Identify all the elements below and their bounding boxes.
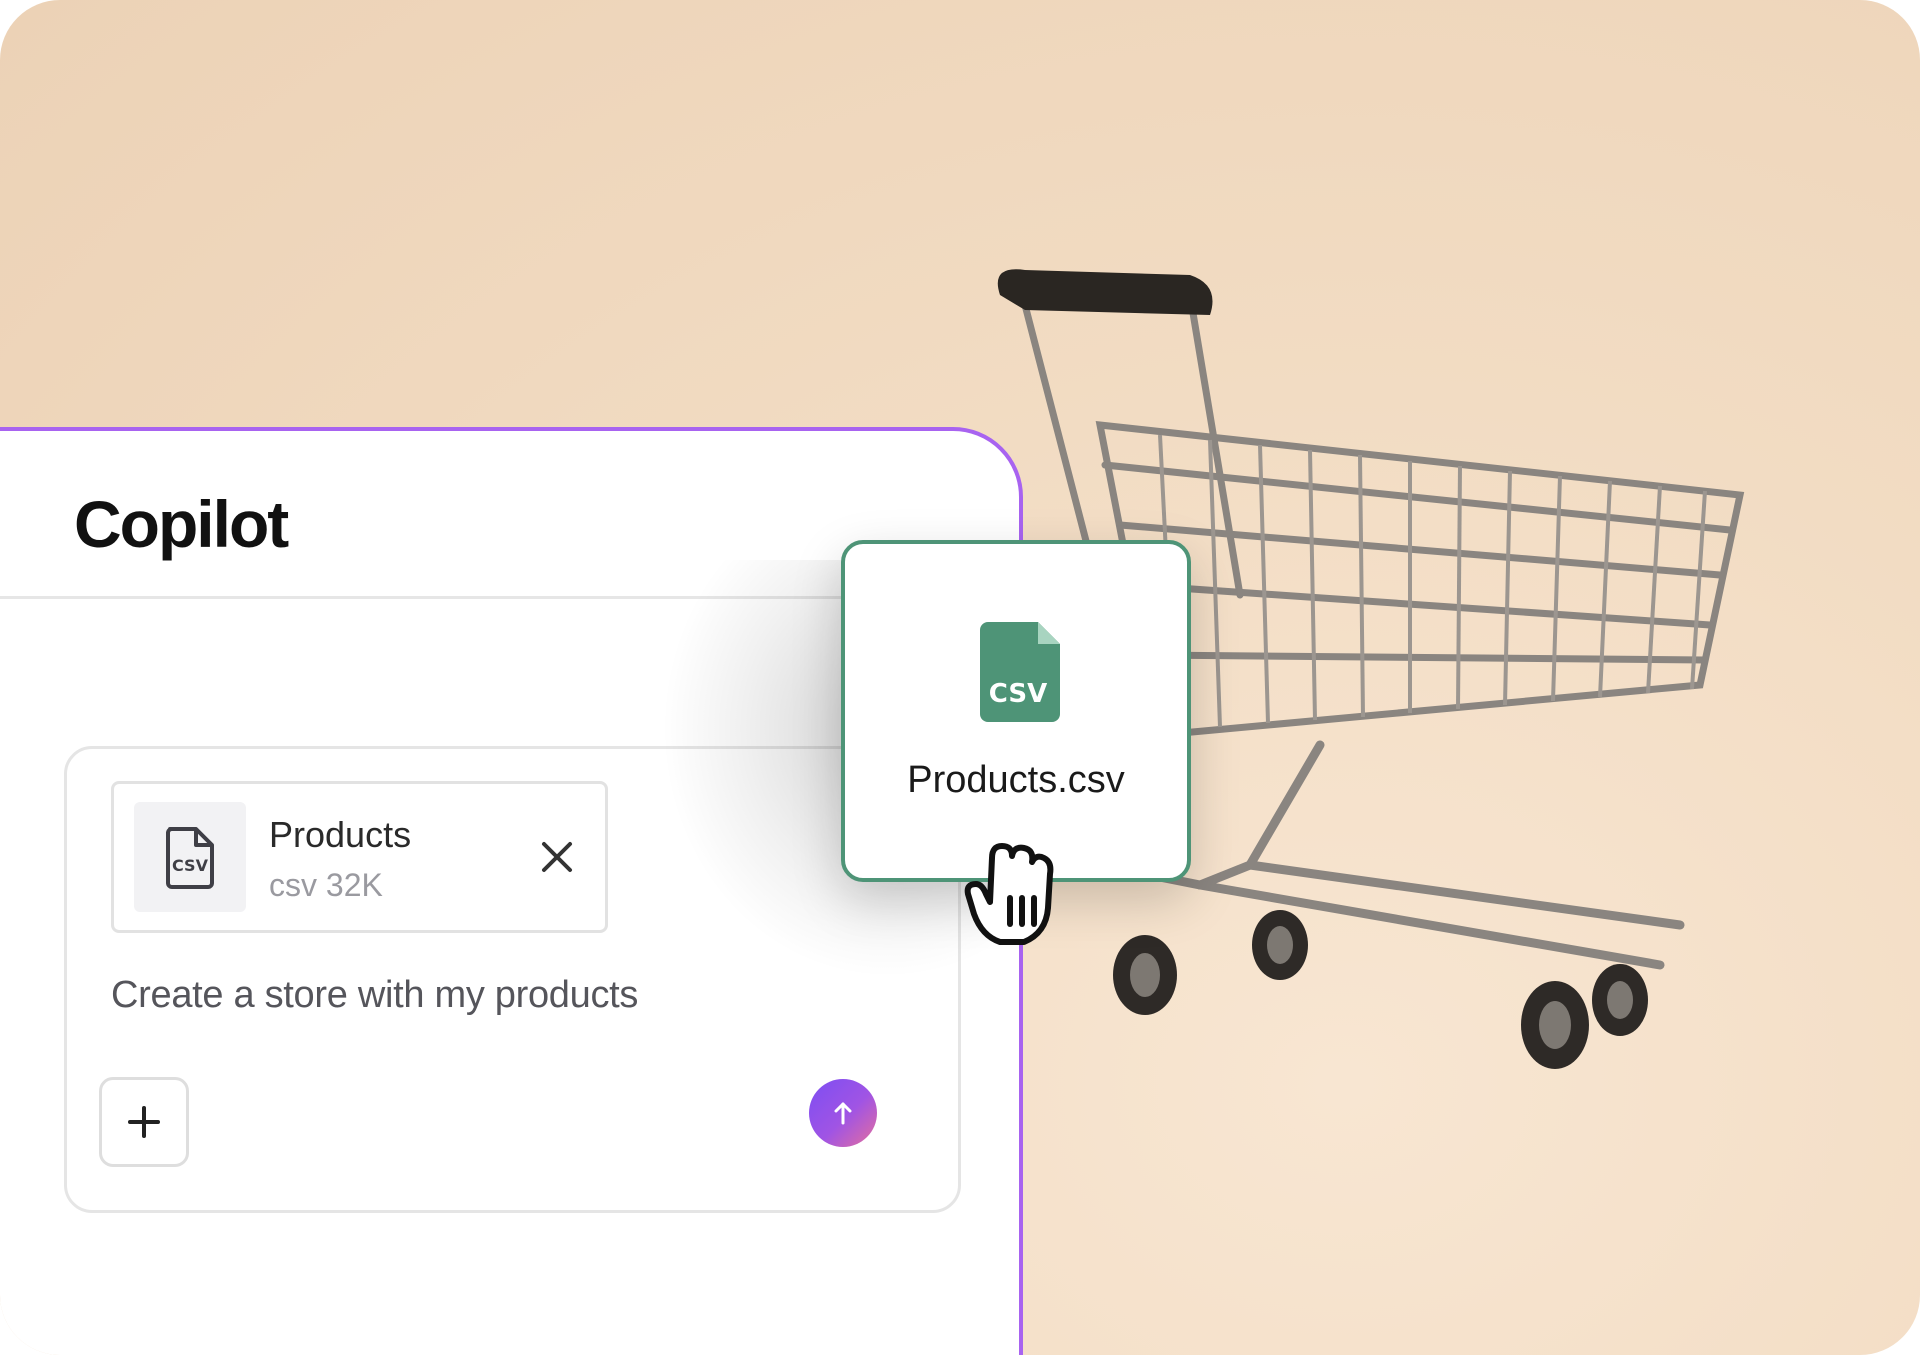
attachment-meta: csv 32K [269, 867, 383, 903]
remove-attachment-button[interactable] [534, 834, 580, 880]
dragged-file-name: Products.csv [907, 759, 1125, 801]
arrow-up-icon [834, 1102, 852, 1125]
dragged-file-badge: CSV [989, 679, 1047, 709]
send-button[interactable] [809, 1079, 877, 1147]
background-scene: Copilot CSV Products csv 32K Create a st… [0, 0, 1920, 1355]
prompt-input[interactable]: Create a store with my products [111, 974, 638, 1017]
dragged-file-card[interactable]: CSV Products.csv [841, 540, 1191, 882]
add-attachment-button[interactable] [99, 1077, 189, 1167]
attachment-badge: CSV [172, 856, 209, 875]
csv-file-icon: CSV [980, 622, 1060, 722]
panel-title: Copilot [74, 487, 289, 561]
close-icon [542, 842, 572, 872]
csv-file-icon: CSV [134, 802, 246, 912]
plus-icon [128, 1106, 160, 1138]
attachment-chip: CSV Products csv 32K [111, 781, 608, 933]
grabbing-hand-cursor [964, 843, 1054, 945]
attachment-name: Products [269, 814, 412, 855]
